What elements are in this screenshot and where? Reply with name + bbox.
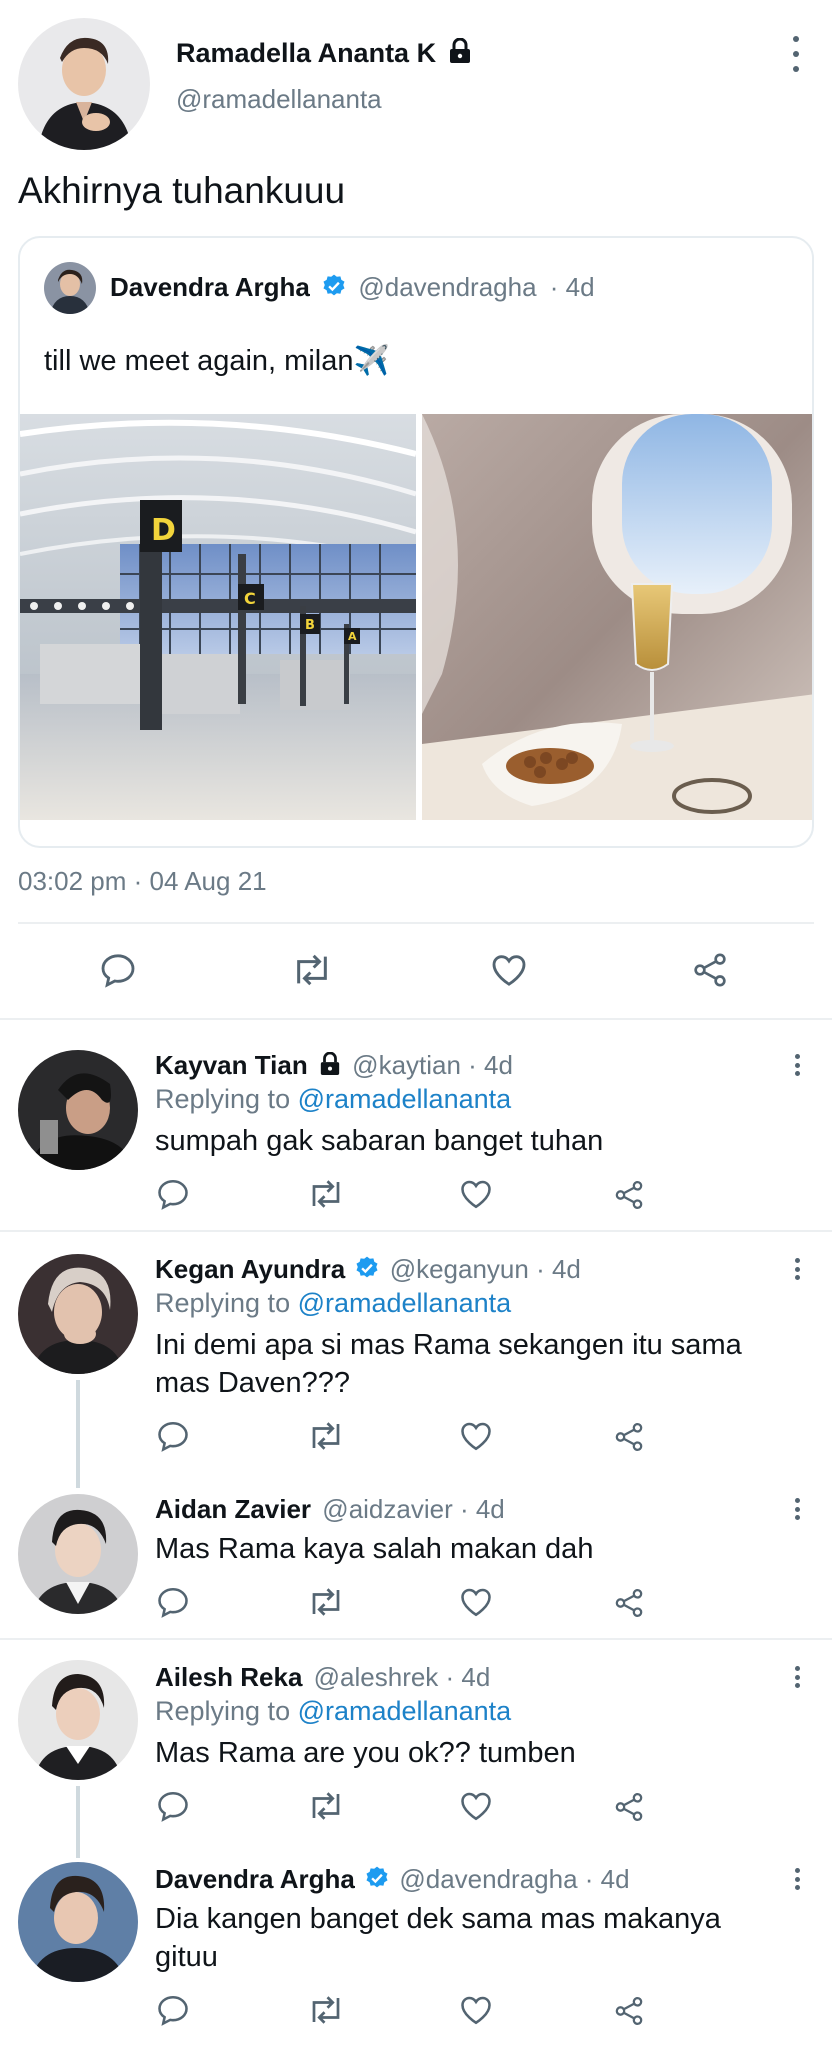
reply-author-name[interactable]: Kayvan Tian	[155, 1050, 308, 1080]
section-divider	[0, 1230, 832, 1232]
share-icon[interactable]	[612, 1994, 646, 2028]
reply-icon[interactable]	[155, 1584, 191, 1620]
reply-text: Mas Rama are you ok?? tumben	[155, 1737, 576, 1769]
airport-gates-image[interactable]: D C B A	[20, 414, 416, 820]
tweet-text: Akhirnya tuhankuuu	[18, 170, 346, 211]
verified-badge-icon	[321, 273, 347, 306]
svg-text:C: C	[244, 589, 256, 608]
author-name[interactable]: Ramadella Ananta K	[176, 37, 472, 71]
reply-header: Aidan Zavier @aidzavier · 4d	[155, 1494, 505, 1525]
retweet-icon[interactable]	[306, 1584, 346, 1620]
more-options-button[interactable]	[791, 1498, 803, 1520]
divider	[18, 922, 814, 924]
like-icon[interactable]	[458, 1418, 494, 1454]
reply-header: Kayvan Tian @kaytian · 4d	[155, 1050, 513, 1083]
reply-avatar[interactable]	[18, 1862, 138, 1982]
more-options-button[interactable]	[791, 1054, 803, 1076]
reply-avatar[interactable]	[18, 1254, 138, 1374]
quoted-author-line: Davendra Argha @davendragha · 4d	[110, 272, 595, 306]
svg-text:A: A	[348, 630, 357, 643]
like-icon[interactable]	[488, 950, 530, 990]
reply-text-line: gituu	[155, 1941, 218, 1973]
retweet-icon[interactable]	[306, 1176, 346, 1212]
more-options-button[interactable]	[790, 36, 802, 72]
lock-icon	[319, 1051, 341, 1083]
svg-text:B: B	[305, 618, 315, 633]
more-options-button[interactable]	[791, 1666, 803, 1688]
like-icon[interactable]	[458, 1992, 494, 2028]
reply-author-handle[interactable]: @aidzavier · 4d	[322, 1494, 504, 1524]
reply-icon[interactable]	[155, 1788, 191, 1824]
reply-avatar[interactable]	[18, 1660, 138, 1780]
author-name-text[interactable]: Ramadella Ananta K	[176, 38, 436, 68]
author-handle[interactable]: @ramadellananta	[176, 84, 382, 115]
reply-avatar[interactable]	[18, 1494, 138, 1614]
reply-author-name[interactable]: Ailesh Reka	[155, 1662, 302, 1692]
reply-icon[interactable]	[155, 1418, 191, 1454]
reply-author-name[interactable]: Kegan Ayundra	[155, 1254, 345, 1284]
airplane-window-champagne-image[interactable]	[422, 414, 812, 820]
replying-to-label: Replying to	[155, 1084, 298, 1114]
reply-icon[interactable]	[155, 1992, 191, 2028]
quoted-tweet-card[interactable]: Davendra Argha @davendragha · 4d till we…	[18, 236, 814, 848]
share-icon[interactable]	[612, 1178, 646, 1212]
quoted-time: · 4d	[549, 272, 595, 302]
thread-connector	[76, 1786, 80, 1858]
reply-author-handle[interactable]: @aleshrek · 4d	[314, 1662, 491, 1692]
replying-to-label: Replying to	[155, 1696, 298, 1726]
reply-author-handle[interactable]: @kaytian · 4d	[352, 1050, 513, 1080]
replying-to-label: Replying to	[155, 1288, 298, 1318]
quoted-author-handle[interactable]: @davendragha	[358, 272, 536, 302]
section-divider	[0, 1638, 832, 1640]
reply-text-line: Ini demi apa si mas Rama sekangen itu sa…	[155, 1329, 742, 1361]
retweet-icon[interactable]	[306, 1992, 346, 2028]
replying-to-line: Replying to @ramadellananta	[155, 1084, 511, 1115]
reply-text-line: mas Daven???	[155, 1367, 351, 1399]
like-icon[interactable]	[458, 1176, 494, 1212]
reply-header: Davendra Argha @davendragha · 4d	[155, 1864, 630, 1898]
svg-text:D: D	[151, 513, 176, 548]
more-options-button[interactable]	[791, 1868, 803, 1890]
author-avatar[interactable]	[18, 18, 150, 150]
section-divider	[0, 1018, 832, 1020]
replying-to-line: Replying to @ramadellananta	[155, 1288, 511, 1319]
reply-author-handle[interactable]: @davendragha · 4d	[399, 1864, 629, 1894]
reply-text-line: Dia kangen banget dek sama mas makanya	[155, 1903, 721, 1935]
like-icon[interactable]	[458, 1788, 494, 1824]
tweet-timestamp: 03:02 pm · 04 Aug 21	[18, 866, 267, 896]
reply-author-handle[interactable]: @keganyun · 4d	[390, 1254, 581, 1284]
verified-badge-icon	[364, 1865, 390, 1898]
quoted-author-avatar	[44, 262, 96, 314]
reply-avatar[interactable]	[18, 1050, 138, 1170]
verified-badge-icon	[354, 1255, 380, 1288]
retweet-icon[interactable]	[290, 950, 334, 990]
retweet-icon[interactable]	[306, 1418, 346, 1454]
share-icon[interactable]	[612, 1586, 646, 1620]
reply-text: sumpah gak sabaran banget tuhan	[155, 1125, 604, 1157]
reply-header: Kegan Ayundra @keganyun · 4d	[155, 1254, 581, 1288]
retweet-icon[interactable]	[306, 1788, 346, 1824]
reply-author-name[interactable]: Davendra Argha	[155, 1864, 355, 1894]
reply-header: Ailesh Reka @aleshrek · 4d	[155, 1662, 490, 1693]
share-icon[interactable]	[690, 950, 730, 990]
reply-icon[interactable]	[98, 950, 138, 990]
more-options-button[interactable]	[791, 1258, 803, 1280]
reply-author-name[interactable]: Aidan Zavier	[155, 1494, 311, 1524]
reply-text: Mas Rama kaya salah makan dah	[155, 1533, 594, 1565]
share-icon[interactable]	[612, 1420, 646, 1454]
lock-icon	[448, 37, 472, 71]
thread-connector	[76, 1380, 80, 1488]
quoted-author-name[interactable]: Davendra Argha	[110, 272, 310, 302]
replying-to-link[interactable]: @ramadellananta	[298, 1084, 512, 1114]
replying-to-line: Replying to @ramadellananta	[155, 1696, 511, 1727]
reply-icon[interactable]	[155, 1176, 191, 1212]
share-icon[interactable]	[612, 1790, 646, 1824]
replying-to-link[interactable]: @ramadellananta	[298, 1696, 512, 1726]
quoted-tweet-text: till we meet again, milan✈️	[44, 345, 390, 377]
like-icon[interactable]	[458, 1584, 494, 1620]
replying-to-link[interactable]: @ramadellananta	[298, 1288, 512, 1318]
